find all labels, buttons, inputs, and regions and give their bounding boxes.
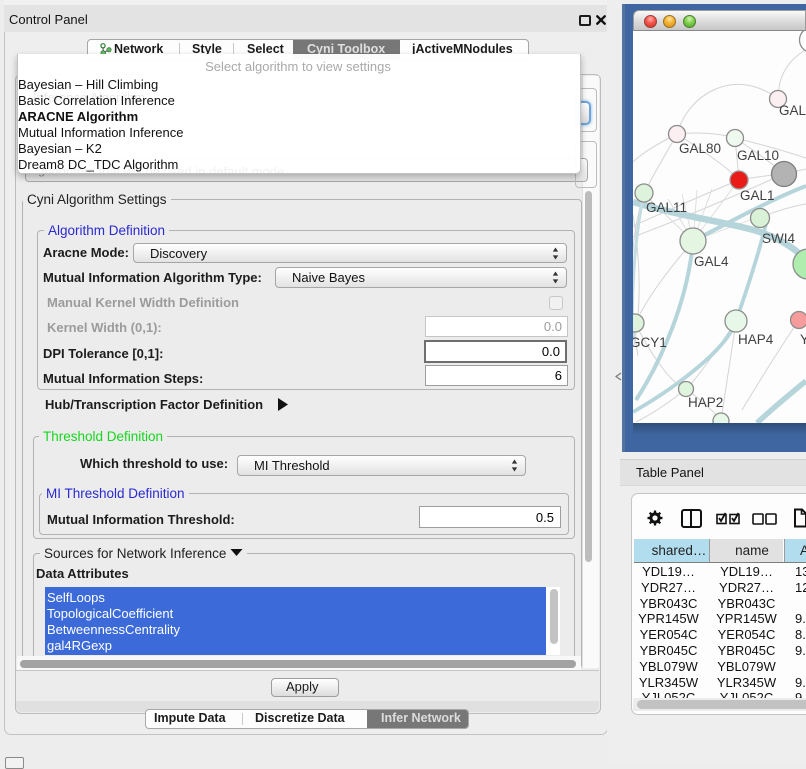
svg-text:GAL1: GAL1 — [740, 188, 775, 203]
svg-text:SWI4: SWI4 — [762, 231, 795, 246]
svg-text:Y: Y — [800, 332, 806, 347]
svg-text:GAL10: GAL10 — [737, 148, 779, 163]
svg-text:GAL11: GAL11 — [646, 200, 687, 215]
svg-text:HAP4: HAP4 — [738, 332, 774, 347]
svg-text:GAL8: GAL8 — [779, 103, 806, 118]
svg-text:HAP2: HAP2 — [688, 395, 723, 410]
svg-text:GCY1: GCY1 — [633, 335, 667, 350]
svg-text:GAL4: GAL4 — [694, 254, 729, 269]
svg-text:GAL80: GAL80 — [679, 141, 721, 156]
